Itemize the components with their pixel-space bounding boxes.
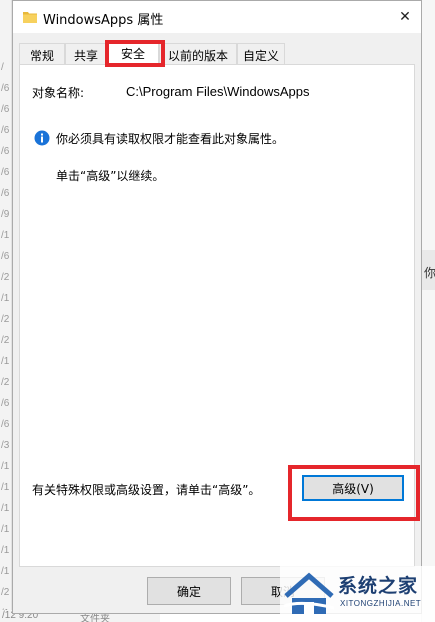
background-list-glyph: /6 (1, 104, 10, 115)
background-list-glyph: /9 (1, 209, 10, 220)
close-icon: ✕ (399, 9, 411, 25)
properties-dialog: WindowsApps 属性 ✕ 常规 共享 安全 以前的版本 自定义 对象名称… (12, 0, 422, 614)
background-list-glyph: /1 (1, 482, 10, 493)
background-list-glyph: /6 (1, 167, 10, 178)
background-list-glyph: /2 (1, 587, 10, 598)
ok-button[interactable]: 确定 (147, 577, 231, 605)
house-logo-icon (283, 572, 335, 614)
tab-previous-versions[interactable]: 以前的版本 (159, 43, 237, 65)
background-list-glyph: /1 (1, 524, 10, 535)
background-file-list: / /6/6/6/6/6/6/9/1/6/2/1/2/2/1/2/6/6/3/1 /… (0, 0, 12, 622)
background-window-edge: 你 (421, 0, 435, 622)
object-name-label: 对象名称: (32, 86, 85, 100)
background-list-glyph: /6 (1, 398, 10, 409)
background-list-glyph: /1 (1, 293, 10, 304)
folder-icon (23, 12, 37, 23)
security-tab-panel: 对象名称: C:\Program Files\WindowsApps 你必须具有… (19, 64, 420, 567)
background-list-glyph: /1 (1, 356, 10, 367)
info-icon (34, 130, 50, 146)
watermark-url: XITONGZHIJIA.NET (340, 599, 422, 608)
background-list-glyph: /3 (1, 440, 10, 451)
background-list-glyph: /2 (1, 377, 10, 388)
background-list-glyph: /1 (1, 545, 10, 556)
background-list-glyph: /2 (1, 335, 10, 346)
special-permissions-text: 有关特殊权限或高级设置，请单击“高级”。 (32, 483, 261, 497)
background-list-glyph: /1 (1, 461, 10, 472)
tab-strip: 常规 共享 安全 以前的版本 自定义 (13, 41, 421, 66)
background-list-glyph: /1 (1, 566, 10, 577)
background-list-glyph: /6 (1, 83, 10, 94)
title-bar[interactable]: WindowsApps 属性 ✕ (13, 1, 421, 33)
dialog-title: WindowsApps 属性 (43, 13, 164, 28)
tab-sharing[interactable]: 共享 (65, 43, 107, 65)
permission-info-text: 你必须具有读取权限才能查看此对象属性。 (56, 132, 285, 146)
close-button[interactable]: ✕ (389, 1, 421, 33)
object-name-value: C:\Program Files\WindowsApps (126, 84, 310, 99)
background-list-glyph: /6 (1, 419, 10, 430)
advanced-button[interactable]: 高级(V) (302, 475, 404, 501)
background-list-glyph: /1 (1, 503, 10, 514)
background-text-fragment: 你 (424, 266, 435, 280)
background-list-glyph: / (1, 62, 4, 73)
background-list-glyph: /6 (1, 125, 10, 136)
background-list-glyph: /6 (1, 146, 10, 157)
continue-hint-text: 单击“高级”以继续。 (56, 169, 165, 183)
background-list-glyph: /6 (1, 188, 10, 199)
background-list-glyph: /1 (1, 230, 10, 241)
background-list-glyph: /2 (1, 314, 10, 325)
site-watermark: 系统之家 XITONGZHIJIA.NET (280, 566, 435, 622)
watermark-brand: 系统之家 (338, 575, 419, 597)
tab-security[interactable]: 安全 (107, 41, 159, 66)
background-list-glyph: /6 (1, 251, 10, 262)
tab-customize[interactable]: 自定义 (237, 43, 285, 65)
tab-general[interactable]: 常规 (19, 43, 65, 65)
background-list-glyph: /2 (1, 272, 10, 283)
